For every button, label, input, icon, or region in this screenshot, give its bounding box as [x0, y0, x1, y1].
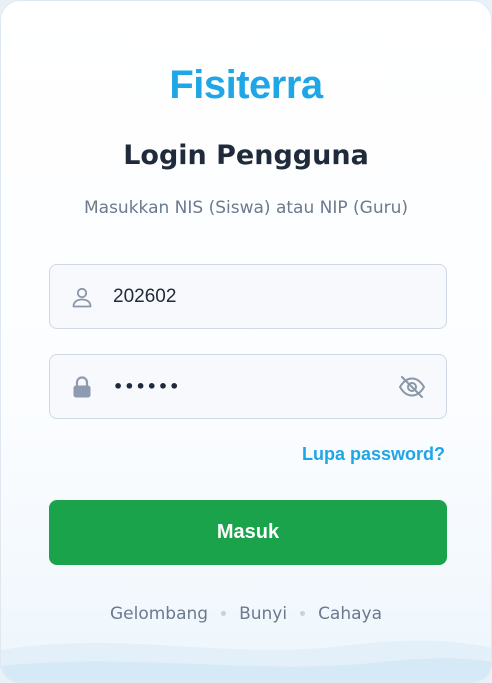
password-field[interactable]: ••••••	[49, 354, 447, 419]
separator-dot	[300, 610, 306, 616]
username-input[interactable]: 202602	[113, 265, 176, 328]
lock-icon	[73, 376, 91, 398]
topic-list: Gelombang Bunyi Cahaya	[1, 604, 491, 624]
password-input[interactable]: ••••••	[113, 355, 180, 418]
topic-item: Gelombang	[109, 604, 209, 624]
user-icon	[72, 287, 92, 308]
login-card: Fisiterra Login Pengguna Masukkan NIS (S…	[0, 0, 492, 683]
page-subtitle: Masukkan NIS (Siswa) atau NIP (Guru)	[83, 198, 409, 218]
page-title: Login Pengguna	[123, 140, 369, 171]
separator-dot	[221, 610, 227, 616]
login-button[interactable]: Masuk	[49, 500, 447, 565]
brand-logo: Fisiterra	[169, 63, 323, 107]
eye-off-icon[interactable]	[398, 374, 426, 400]
topic-item: Cahaya	[318, 604, 383, 624]
username-field[interactable]: 202602	[49, 264, 447, 329]
topic-item: Bunyi	[239, 604, 288, 624]
forgot-password-link[interactable]: Lupa password?	[302, 444, 445, 465]
